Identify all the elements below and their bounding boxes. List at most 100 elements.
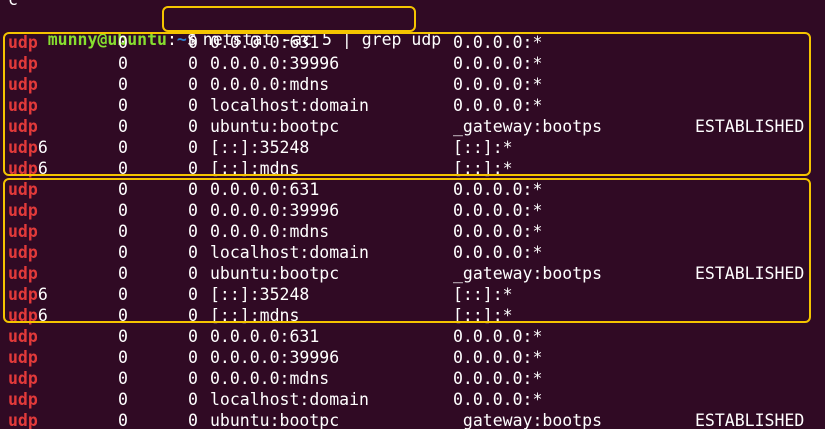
grep-match: udp [8, 138, 38, 157]
terminal-window[interactable]: c munny@ubuntu:~$netstat -ac 5 | grep ud… [0, 0, 825, 429]
send-q-cell: 0 [188, 201, 198, 220]
recv-q-cell: 0 [118, 306, 128, 325]
local-address-cell: 0.0.0.0:39996 [210, 348, 340, 367]
foreign-address-cell: [::]:* [453, 285, 513, 304]
grep-match: udp [8, 369, 38, 388]
send-q-cell: 0 [188, 159, 198, 178]
recv-q-cell: 0 [118, 390, 128, 409]
local-address-cell: localhost:domain [210, 390, 369, 409]
grep-match: udp [8, 327, 38, 346]
grep-match: udp [8, 117, 38, 136]
grep-match: udp [8, 201, 38, 220]
send-q-cell: 0 [188, 348, 198, 367]
table-row: udp 0 0 0.0.0.0:39996 0.0.0.0:* [0, 53, 825, 74]
local-address-cell: ubuntu:bootpc [210, 264, 340, 283]
table-row: udp 0 0 0.0.0.0:mdns 0.0.0.0:* [0, 221, 825, 242]
foreign-address-cell: 0.0.0.0:* [453, 54, 543, 73]
grep-match: udp [8, 96, 38, 115]
proto-cell: udp [8, 410, 38, 429]
proto-cell: udp6 [8, 305, 48, 326]
table-row: udp 0 0 0.0.0.0:mdns 0.0.0.0:* [0, 368, 825, 389]
local-address-cell: 0.0.0.0:631 [210, 33, 320, 52]
local-address-cell: 0.0.0.0:631 [210, 180, 320, 199]
grep-match: udp [8, 285, 38, 304]
table-row: udp 0 0 ubuntu:bootpc _gateway:bootps ESTABLI… [0, 116, 825, 137]
recv-q-cell: 0 [118, 159, 128, 178]
foreign-address-cell: 0.0.0.0:* [453, 75, 543, 94]
table-row: udp6 0 0 [::]:35248 [::]:* [0, 137, 825, 158]
grep-match: udp [8, 411, 38, 429]
recv-q-cell: 0 [118, 138, 128, 157]
send-q-cell: 0 [188, 264, 198, 283]
grep-match: udp [8, 306, 38, 325]
proto-cell: udp [8, 179, 38, 200]
table-row: udp 0 0 localhost:domain 0.0.0.0:* [0, 242, 825, 263]
grep-match: udp [8, 180, 38, 199]
proto-suffix: 6 [37, 285, 48, 304]
table-row: udp 0 0 0.0.0.0:631 0.0.0.0:* [0, 179, 825, 200]
local-address-cell: [::]:35248 [210, 138, 310, 157]
local-address-cell: [::]:35248 [210, 285, 310, 304]
recv-q-cell: 0 [118, 33, 128, 52]
recv-q-cell: 0 [118, 54, 128, 73]
recv-q-cell: 0 [118, 411, 128, 429]
table-row: udp6 0 0 [::]:mdns [::]:* [0, 305, 825, 326]
send-q-cell: 0 [188, 411, 198, 429]
send-q-cell: 0 [188, 390, 198, 409]
recv-q-cell: 0 [118, 327, 128, 346]
send-q-cell: 0 [188, 96, 198, 115]
grep-match: udp [8, 390, 38, 409]
send-q-cell: 0 [188, 222, 198, 241]
proto-cell: udp6 [8, 158, 48, 179]
proto-cell: udp [8, 32, 38, 53]
foreign-address-cell: _gateway:bootps [453, 411, 603, 429]
send-q-cell: 0 [188, 117, 198, 136]
send-q-cell: 0 [188, 54, 198, 73]
local-address-cell: 0.0.0.0:mdns [210, 75, 330, 94]
foreign-address-cell: 0.0.0.0:* [453, 243, 543, 262]
send-q-cell: 0 [188, 243, 198, 262]
local-address-cell: ubuntu:bootpc [210, 411, 340, 429]
recv-q-cell: 0 [118, 75, 128, 94]
send-q-cell: 0 [188, 285, 198, 304]
proto-cell: udp [8, 95, 38, 116]
local-address-cell: 0.0.0.0:mdns [210, 369, 330, 388]
recv-q-cell: 0 [118, 180, 128, 199]
local-address-cell: 0.0.0.0:39996 [210, 54, 340, 73]
proto-cell: udp [8, 116, 38, 137]
proto-suffix: 6 [37, 138, 48, 157]
grep-match: udp [8, 264, 38, 283]
proto-cell: udp [8, 389, 38, 410]
local-address-cell: localhost:domain [210, 96, 369, 115]
send-q-cell: 0 [188, 138, 198, 157]
foreign-address-cell: 0.0.0.0:* [453, 201, 543, 220]
state-cell: ESTABLISHED [695, 117, 805, 136]
table-row: udp 0 0 0.0.0.0:631 0.0.0.0:* [0, 32, 825, 53]
proto-cell: udp [8, 242, 38, 263]
recv-q-cell: 0 [118, 348, 128, 367]
grep-match: udp [8, 243, 38, 262]
table-row: udp 0 0 ubuntu:bootpc _gateway:bootps ESTABLI… [0, 410, 825, 429]
proto-cell: udp [8, 368, 38, 389]
local-address-cell: [::]:mdns [210, 159, 300, 178]
send-q-cell: 0 [188, 180, 198, 199]
foreign-address-cell: [::]:* [453, 306, 513, 325]
foreign-address-cell: 0.0.0.0:* [453, 390, 543, 409]
proto-cell: udp [8, 200, 38, 221]
foreign-address-cell: 0.0.0.0:* [453, 96, 543, 115]
recv-q-cell: 0 [118, 243, 128, 262]
state-cell: ESTABLISHED [695, 411, 805, 429]
table-row: udp6 0 0 [::]:mdns [::]:* [0, 158, 825, 179]
recv-q-cell: 0 [118, 201, 128, 220]
grep-match: udp [8, 222, 38, 241]
send-q-cell: 0 [188, 33, 198, 52]
proto-cell: udp6 [8, 284, 48, 305]
foreign-address-cell: [::]:* [453, 138, 513, 157]
foreign-address-cell: 0.0.0.0:* [453, 33, 543, 52]
proto-suffix: 6 [37, 159, 48, 178]
table-row: udp 0 0 0.0.0.0:mdns 0.0.0.0:* [0, 74, 825, 95]
proto-cell: udp [8, 263, 38, 284]
proto-cell: udp [8, 347, 38, 368]
proto-cell: udp6 [8, 137, 48, 158]
local-address-cell: localhost:domain [210, 243, 369, 262]
